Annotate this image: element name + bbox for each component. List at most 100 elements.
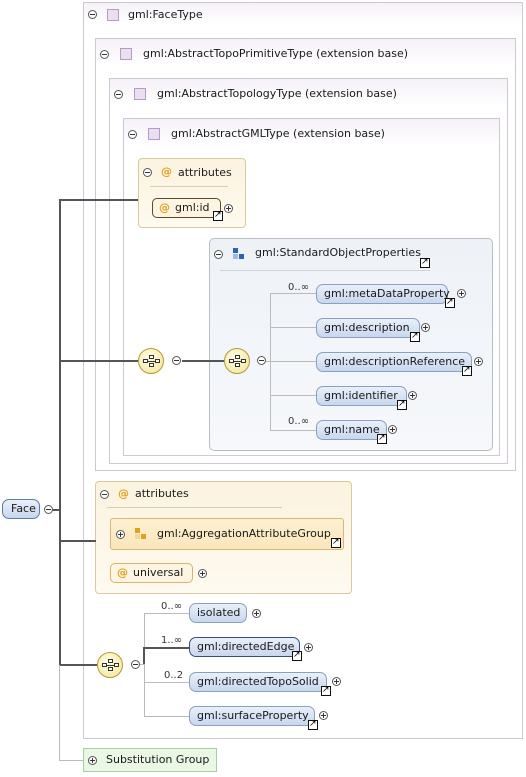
reference-link-icon[interactable] [397,398,407,410]
divider [150,186,228,187]
sop-branch-line [270,430,316,431]
reference-link-icon[interactable] [420,256,430,268]
reference-link-icon[interactable] [292,649,302,661]
at-icon: @ [118,487,129,500]
element-surface-property[interactable]: gml:surfaceProperty [189,706,315,726]
gml-id-attribute[interactable]: @ gml:id [152,198,221,218]
connector-line [266,361,271,362]
at-icon: @ [161,165,172,178]
reference-link-icon[interactable] [462,364,472,376]
sop-branch-line [270,395,316,396]
expand-icon[interactable] [474,357,483,366]
element-description[interactable]: gml:description [316,318,420,338]
gml-id-expand-icon[interactable] [224,204,233,213]
sop-branch-line [270,327,316,328]
sop-branch-line [270,361,316,362]
outer-attributes-label: attributes [135,487,189,500]
face-branch-line [144,682,189,683]
expand-icon[interactable] [88,756,97,765]
connector-line [59,199,138,201]
required-branch-line [144,647,189,649]
cardinality-label: 0..∞ [288,282,310,293]
inner-attributes-collapse-icon[interactable] [143,168,152,177]
divider [220,270,430,271]
substitution-line [59,665,60,760]
sop-branch-line [270,293,316,294]
root-element-face[interactable]: Face [2,499,40,519]
expand-icon[interactable] [252,609,261,618]
reference-link-icon[interactable] [308,718,318,730]
topo-primitive-label: gml:AbstractTopoPrimitiveType (extension… [143,47,409,60]
expand-icon[interactable] [198,569,207,578]
element-label: isolated [197,606,241,619]
divider [107,507,282,508]
reference-link-icon[interactable] [410,330,420,342]
gml-type-collapse-icon[interactable] [128,130,137,139]
expand-icon[interactable] [388,425,397,434]
topology-collapse-icon[interactable] [114,90,123,99]
expand-icon[interactable] [116,530,125,539]
sequence-collapse-icon[interactable] [257,356,266,365]
element-description-reference[interactable]: gml:descriptionReference [316,352,472,372]
element-label: gml:directedEdge [197,640,295,653]
complex-type-icon [107,9,119,21]
at-icon: @ [117,566,128,579]
at-icon: @ [159,201,170,214]
connector-line [59,664,97,666]
expand-icon[interactable] [457,289,466,298]
substitution-group[interactable]: Substitution Group [83,748,217,772]
element-label: gml:directedTopoSolid [197,675,319,688]
root-collapse-icon[interactable] [44,505,53,514]
face-branch-line [144,613,145,717]
reference-link-icon[interactable] [377,432,387,444]
required-branch-line [143,647,145,665]
face-branch-line [144,613,189,614]
expand-icon[interactable] [408,391,417,400]
connector-line [182,360,224,362]
cardinality-label: 0..∞ [161,601,183,612]
attribute-group-icon [135,528,147,540]
gml-id-label: gml:id [175,201,210,214]
gml-type-label: gml:AbstractGMLType (extension base) [171,127,385,140]
element-directed-edge[interactable]: gml:directedEdge [189,637,300,657]
element-directed-topo-solid[interactable]: gml:directedTopoSolid [189,672,327,692]
topo-primitive-collapse-icon[interactable] [100,50,109,59]
expand-icon[interactable] [319,711,328,720]
universal-label: universal [133,566,184,579]
reference-link-icon[interactable] [445,296,455,308]
reference-link-icon[interactable] [213,209,223,221]
element-label: gml:description [324,321,410,334]
universal-attribute[interactable]: @ universal [110,563,193,583]
element-metadata-property[interactable]: gml:metaDataProperty [316,284,450,304]
element-label: gml:metaDataProperty [324,287,450,300]
substitution-line [59,760,84,761]
element-identifier[interactable]: gml:identifier [316,386,407,406]
root-label: Face [11,502,36,515]
reference-link-icon[interactable] [331,536,341,548]
expand-icon[interactable] [332,677,341,686]
sop-title: gml:StandardObjectProperties [255,246,421,259]
sequence-compositor-icon [224,348,250,374]
outer-attributes-collapse-icon[interactable] [100,490,109,499]
cardinality-label: 1..∞ [161,635,183,646]
reference-link-icon[interactable] [321,684,331,696]
element-label: gml:surfaceProperty [197,709,309,722]
topology-label: gml:AbstractTopologyType (extension base… [157,87,397,100]
inner-attributes-label: attributes [178,166,232,179]
group-icon [233,248,245,260]
sequence-collapse-icon[interactable] [131,660,140,669]
expand-icon[interactable] [421,323,430,332]
complex-type-icon [120,48,132,60]
sop-collapse-icon[interactable] [214,250,223,259]
element-label: gml:name [324,423,380,436]
sequence-collapse-icon[interactable] [172,356,181,365]
cardinality-label: 0..2 [164,670,184,681]
face-type-collapse-icon[interactable] [88,10,97,19]
complex-type-icon [134,88,146,100]
aggregation-group-label: gml:AggregationAttributeGroup [157,527,331,540]
face-branch-line [144,716,189,717]
element-isolated[interactable]: isolated [189,603,247,623]
element-label: gml:identifier [324,389,398,402]
expand-icon[interactable] [304,643,313,652]
sequence-compositor-icon [138,348,164,374]
